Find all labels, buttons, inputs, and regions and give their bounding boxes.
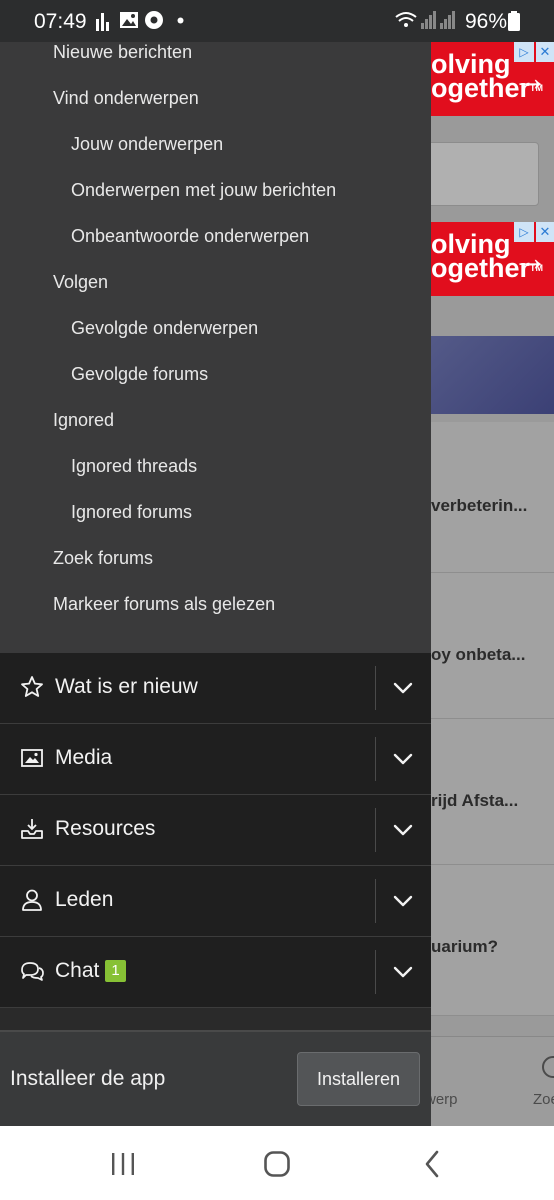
thread-title: oy onbeta... bbox=[431, 645, 526, 664]
submenu-link-onderwerpen-met-jouw-berichten[interactable]: Onderwerpen met jouw berichten bbox=[71, 180, 336, 201]
thread-card: oy onbeta... bbox=[431, 573, 554, 719]
chat-bubbles-icon bbox=[21, 962, 44, 981]
ad-banner[interactable]: olving ogetherTM → ▷ ✕ bbox=[431, 222, 554, 296]
drawer-divider bbox=[0, 1010, 431, 1032]
submenu-link-nieuwe-berichten[interactable]: Nieuwe berichten bbox=[53, 42, 192, 63]
background-input bbox=[431, 142, 539, 206]
submenu-link-volgen[interactable]: Volgen bbox=[53, 272, 108, 293]
ad-choices-icon[interactable]: ▷ bbox=[514, 222, 534, 242]
chevron-down-icon[interactable] bbox=[376, 724, 431, 794]
tab-label: Zoe bbox=[533, 1091, 554, 1108]
thread-card: verbeterin... bbox=[431, 422, 554, 573]
battery-icon bbox=[508, 11, 520, 31]
status-bar: 07:49 96% bbox=[0, 0, 554, 42]
hero-image bbox=[431, 336, 554, 414]
background-tab-bar: werp Zoe bbox=[431, 1036, 554, 1126]
home-icon[interactable] bbox=[257, 1144, 297, 1184]
nav-item-label: Resources bbox=[55, 817, 156, 840]
nav-item-label: Wat is er nieuw bbox=[55, 675, 198, 698]
ad-banner[interactable]: olving ogetherTM → ▷ ✕ bbox=[431, 42, 554, 116]
submenu-link-zoek-forums[interactable]: Zoek forums bbox=[53, 548, 153, 569]
chevron-down-icon[interactable] bbox=[376, 937, 431, 1007]
unread-badge: 1 bbox=[105, 960, 126, 982]
thread-card: rijd Afsta... bbox=[431, 719, 554, 865]
signal-icon bbox=[421, 11, 436, 29]
submenu-link-gevolgde-forums[interactable]: Gevolgde forums bbox=[71, 364, 208, 385]
submenu-link-jouw-onderwerpen[interactable]: Jouw onderwerpen bbox=[71, 134, 223, 155]
ad-choices-icon[interactable]: ▷ bbox=[514, 42, 534, 62]
chevron-down-icon[interactable] bbox=[376, 653, 431, 723]
submenu-link-vind-onderwerpen[interactable]: Vind onderwerpen bbox=[53, 88, 199, 109]
install-app-text: Installeer de app bbox=[10, 1067, 166, 1090]
close-icon[interactable]: ✕ bbox=[536, 42, 554, 62]
dot-icon bbox=[177, 17, 184, 24]
nav-item-label: Media bbox=[55, 746, 113, 769]
status-time: 07:49 bbox=[34, 10, 87, 33]
thread-title: verbeterin... bbox=[431, 496, 528, 515]
arrow-right-icon: → bbox=[512, 57, 548, 98]
download-tray-icon bbox=[21, 819, 43, 839]
back-icon[interactable] bbox=[413, 1144, 453, 1184]
nav-item-media[interactable]: Media bbox=[0, 724, 431, 795]
nav-item-chat[interactable]: Chat 1 bbox=[0, 937, 431, 1008]
submenu-link-markeer-forums-als-gelezen[interactable]: Markeer forums als gelezen bbox=[53, 594, 275, 615]
image-icon bbox=[21, 749, 43, 767]
nav-item-label: Chat 1 bbox=[55, 959, 126, 983]
nav-item-wat-is-er-nieuw[interactable]: Wat is er nieuw bbox=[0, 653, 431, 724]
close-icon[interactable]: ✕ bbox=[536, 222, 554, 242]
submenu-link-ignored[interactable]: Ignored bbox=[53, 410, 114, 431]
submenu-link-ignored-forums[interactable]: Ignored forums bbox=[71, 502, 192, 523]
forums-submenu: Nieuwe berichten Vind onderwerpen Jouw o… bbox=[0, 42, 431, 653]
chevron-down-icon[interactable] bbox=[376, 795, 431, 865]
nav-item-label-text: Chat bbox=[55, 959, 100, 982]
signal-icon bbox=[440, 11, 455, 29]
background-page: olving ogetherTM → ▷ ✕ olving ogetherTM … bbox=[431, 42, 554, 1126]
nav-item-leden[interactable]: Leden bbox=[0, 866, 431, 937]
chevron-down-icon[interactable] bbox=[376, 866, 431, 936]
bar-chart-icon bbox=[96, 13, 109, 31]
thread-title: rijd Afsta... bbox=[431, 791, 519, 810]
arrow-right-icon: → bbox=[512, 237, 548, 278]
submenu-link-gevolgde-onderwerpen[interactable]: Gevolgde onderwerpen bbox=[71, 318, 258, 339]
nav-item-label: Leden bbox=[55, 888, 114, 911]
thread-title: uarium? bbox=[431, 937, 499, 956]
tab-label: werp bbox=[431, 1091, 458, 1108]
battery-percent: 96% bbox=[465, 10, 508, 33]
install-button[interactable]: Installeren bbox=[297, 1052, 420, 1106]
image-icon bbox=[120, 12, 138, 28]
user-icon bbox=[22, 889, 42, 911]
submenu-link-ignored-threads[interactable]: Ignored threads bbox=[71, 456, 197, 477]
recent-apps-icon[interactable] bbox=[103, 1144, 143, 1184]
star-icon bbox=[21, 676, 43, 697]
system-navigation-bar bbox=[0, 1126, 554, 1200]
submenu-link-onbeantwoorde-onderwerpen[interactable]: Onbeantwoorde onderwerpen bbox=[71, 226, 309, 247]
nav-item-resources[interactable]: Resources bbox=[0, 795, 431, 866]
navigation-drawer: Nieuwe berichten Vind onderwerpen Jouw o… bbox=[0, 42, 431, 1126]
install-app-bar: Installeer de app Installeren bbox=[0, 1032, 431, 1126]
search-icon bbox=[542, 1056, 554, 1078]
thread-card: uarium? bbox=[431, 865, 554, 1016]
chrome-icon bbox=[145, 11, 163, 29]
wifi-icon bbox=[395, 12, 417, 27]
